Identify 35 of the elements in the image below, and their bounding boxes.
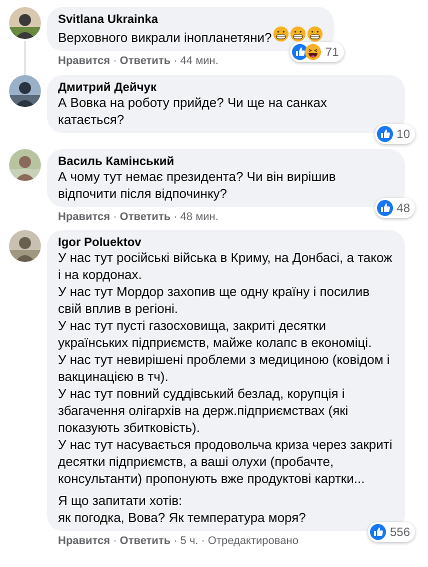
reaction-count: 48 [396, 200, 410, 216]
separator-dot: · [113, 534, 117, 548]
separator-dot: · [174, 210, 178, 224]
comment-text: У нас тут російські війська в Криму, на Донбасі, а також і на кордонах. У нас тут Мордор захопив ще одну країну і посилив свій вплив в регіоні. У нас тут пусті газосховища, закриті десятки українських підприємств, майже колапс в економіці. У нас тут невирішені проблеми з медициною (ковідом і вакцинацією в тч). У нас тут повний суддівський безлад, корупція і збагачення олігархів на держ.підприємствах (які показують збитковість). У нас тут насувається продовольча криза через закриті десятки підприємств, а ваші олухи (пробачте, консультанти) пропонують вже продуктові картки... [58, 249, 394, 487]
separator-dot: · [201, 534, 205, 548]
reaction-count: 10 [396, 126, 410, 142]
author-name[interactable]: Василь Камінський [58, 154, 394, 168]
action-link[interactable]: Нравится [58, 534, 110, 548]
timestamp[interactable]: 48 мин. [180, 210, 218, 224]
reaction-badge[interactable]: 556 [368, 522, 415, 542]
timestamp[interactable]: 5 ч. [180, 534, 198, 548]
action-link[interactable]: Нравится [58, 210, 110, 224]
reaction-count: 71 [325, 44, 339, 60]
comment-text: А Вовка на роботу прийде? Чи ще на санках катається? [58, 94, 328, 128]
separator-dot: · [113, 54, 117, 68]
comment-text: А чому тут немає президента? Чи він вирішив відпочити після відпочинку? [58, 168, 337, 202]
reaction-count: 556 [390, 524, 410, 540]
separator-dot: · [174, 54, 178, 68]
separator-dot: · [113, 210, 117, 224]
reaction-badge[interactable]: 71 [290, 42, 344, 62]
author-name[interactable]: Дмитрий Дейчук [58, 80, 394, 94]
timestamp[interactable]: 44 мин. [180, 54, 218, 68]
action-link[interactable]: Ответить [120, 54, 171, 68]
action-link[interactable]: Ответить [120, 210, 171, 224]
author-name[interactable]: Igor Poluektov [58, 235, 394, 249]
reaction-badge[interactable]: 10 [374, 124, 415, 144]
grimacing-emoji-icon [290, 26, 306, 42]
reaction-badge[interactable]: 48 [374, 198, 415, 218]
grimacing-emoji-icon [306, 26, 323, 42]
separator-dot: · [174, 534, 178, 548]
comment-text: Я що запитати хотів: як погодка, Вова? Як температура моря? [58, 492, 307, 526]
action-link[interactable]: Ответить [120, 534, 171, 548]
edited-label: Отредактировано [208, 534, 298, 548]
action-link[interactable]: Нравится [58, 54, 110, 68]
author-name[interactable]: Svitlana Ukrainka [58, 12, 323, 26]
